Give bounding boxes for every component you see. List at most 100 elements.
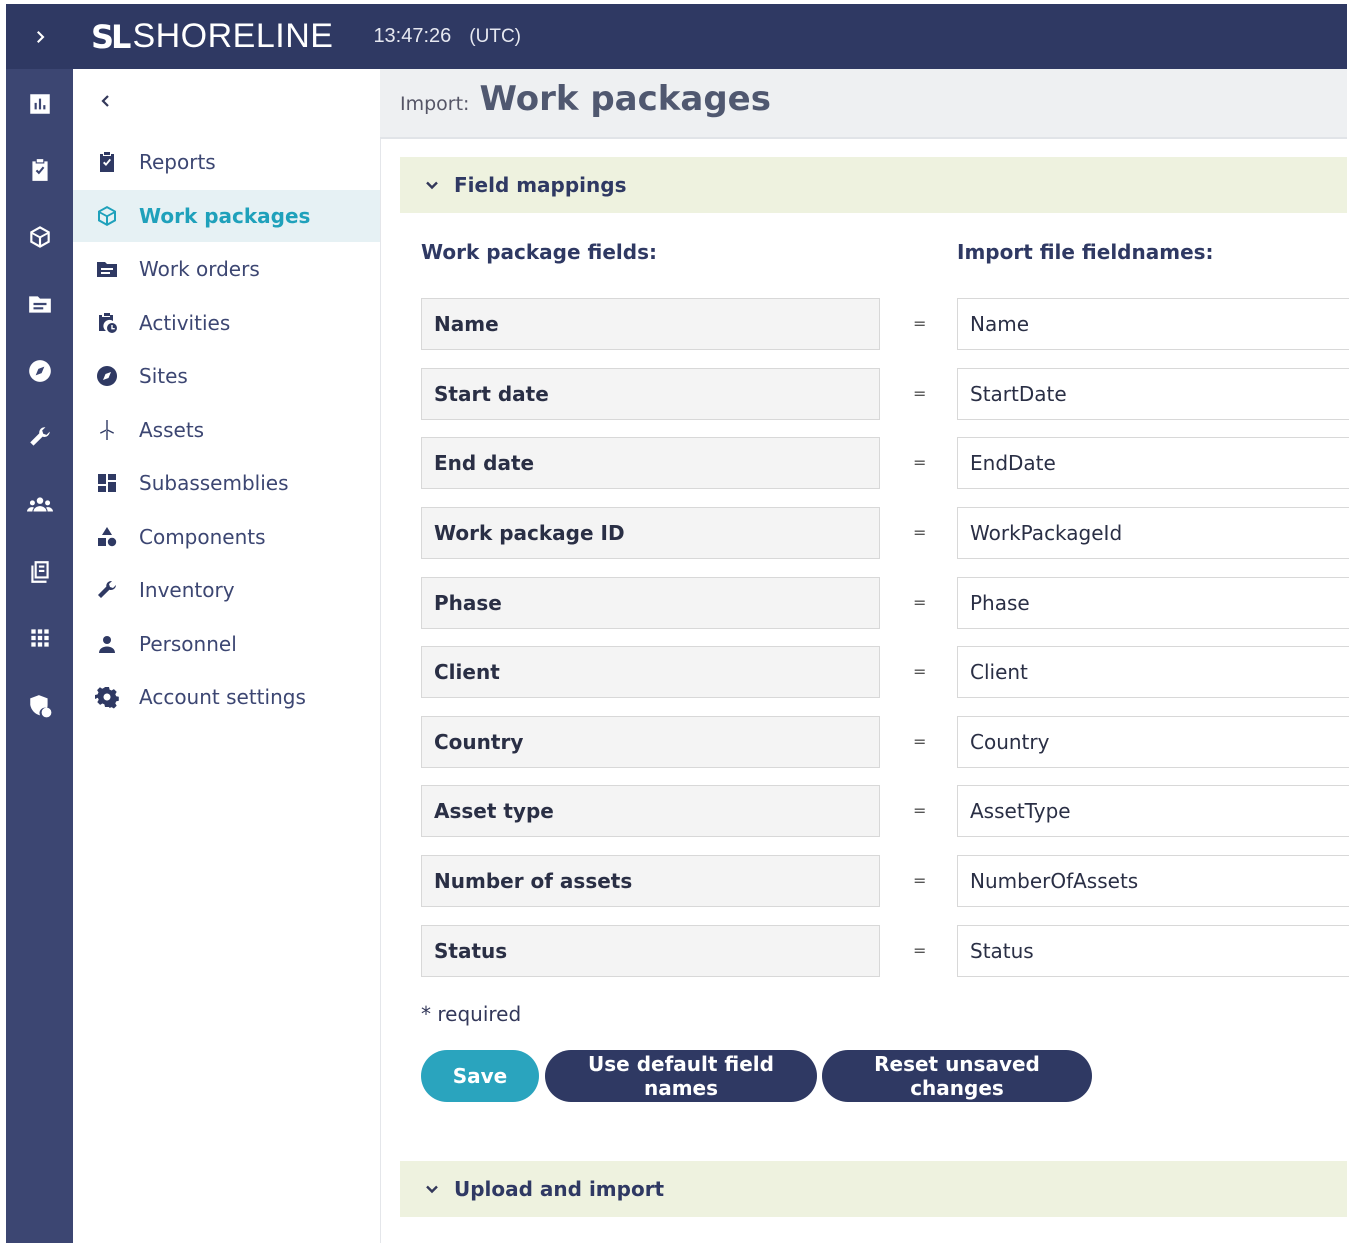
- field-label: Work package ID: [421, 507, 880, 559]
- reset-unsaved-changes-button[interactable]: Reset unsaved changes: [822, 1050, 1092, 1102]
- equals-sign: =: [913, 732, 927, 751]
- shield-user-icon: [29, 695, 51, 718]
- clock: 13:47:26: [373, 25, 452, 47]
- nav-item-assets[interactable]: Assets: [73, 404, 380, 456]
- field-label: End date: [421, 437, 880, 489]
- mapping-row: Status =: [421, 925, 1349, 979]
- work-package-fields-heading: Work package fields:: [421, 240, 657, 264]
- fieldname-input[interactable]: [957, 925, 1349, 977]
- rail-inventory[interactable]: [6, 417, 73, 457]
- cube-icon: [29, 226, 50, 248]
- expand-rail-button[interactable]: [6, 4, 73, 69]
- nav-item-label: Components: [139, 525, 266, 549]
- rail-admin[interactable]: [6, 686, 73, 726]
- grid-icon: [30, 629, 49, 647]
- rail-orders[interactable]: [6, 284, 73, 324]
- field-label: Country: [421, 716, 880, 768]
- gear-icon: [93, 683, 121, 711]
- fieldname-input[interactable]: [957, 855, 1349, 907]
- equals-sign: =: [913, 453, 927, 472]
- secondary-nav: Reports Work packages Work orders Activi…: [73, 69, 381, 1243]
- field-label: Number of assets: [421, 855, 880, 907]
- chevron-down-icon: [424, 177, 440, 193]
- nav-item-label: Work packages: [139, 204, 311, 228]
- folder-icon: [28, 296, 51, 313]
- nav-item-inventory[interactable]: Inventory: [73, 564, 380, 616]
- dashboard-icon: [93, 469, 121, 497]
- fieldname-input[interactable]: [957, 716, 1349, 768]
- import-file-fieldnames-heading: Import file fieldnames:: [957, 240, 1214, 264]
- mapping-row: Start date =: [421, 368, 1349, 422]
- nav-item-reports[interactable]: Reports: [73, 136, 380, 188]
- fieldname-input[interactable]: [957, 646, 1349, 698]
- clipboard-check-icon: [93, 148, 121, 176]
- nav-item-label: Subassemblies: [139, 471, 289, 495]
- equals-sign: =: [913, 523, 927, 542]
- mapping-row: Phase =: [421, 577, 1349, 631]
- rail-tasks[interactable]: [6, 150, 73, 190]
- nav-item-account-settings[interactable]: Account settings: [73, 671, 380, 723]
- equals-sign: =: [913, 314, 927, 333]
- logo[interactable]: SL SHORELINE: [91, 17, 333, 56]
- nav-item-components[interactable]: Components: [73, 511, 380, 563]
- field-label: Status: [421, 925, 880, 977]
- clipboard-check-icon: [31, 159, 48, 181]
- nav-item-label: Work orders: [139, 257, 260, 281]
- equals-sign: =: [913, 593, 927, 612]
- nav-item-label: Account settings: [139, 685, 306, 709]
- fieldname-input[interactable]: [957, 298, 1349, 350]
- use-default-field-names-button[interactable]: Use default field names: [545, 1050, 817, 1102]
- chevron-left-icon: [101, 95, 109, 107]
- nav-item-subassemblies[interactable]: Subassemblies: [73, 457, 380, 509]
- nav-item-work-packages[interactable]: Work packages: [73, 190, 380, 242]
- chevron-down-icon: [424, 1181, 440, 1197]
- fieldname-input[interactable]: [957, 437, 1349, 489]
- mapping-row: Country =: [421, 716, 1349, 770]
- upload-and-import-toggle[interactable]: Upload and import: [400, 1161, 1347, 1217]
- field-label: Phase: [421, 577, 880, 629]
- wrench-icon: [29, 427, 50, 446]
- rail-sites[interactable]: [6, 351, 73, 391]
- rail-reports[interactable]: [6, 84, 73, 124]
- fieldname-input[interactable]: [957, 507, 1349, 559]
- people-icon: [26, 497, 53, 512]
- documents-icon: [30, 561, 49, 583]
- nav-item-label: Sites: [139, 364, 188, 388]
- nav-item-personnel[interactable]: Personnel: [73, 618, 380, 670]
- collapse-nav-button[interactable]: [93, 89, 117, 113]
- nav-item-activities[interactable]: Activities: [73, 297, 380, 349]
- mapping-row: Work package ID =: [421, 507, 1349, 561]
- clipboard-clock-icon: [93, 309, 121, 337]
- nav-item-label: Inventory: [139, 578, 235, 602]
- nav-item-label: Activities: [139, 311, 231, 335]
- person-icon: [93, 630, 121, 658]
- fieldname-input[interactable]: [957, 368, 1349, 420]
- folder-icon: [93, 255, 121, 283]
- mapping-row: Name =: [421, 298, 1349, 352]
- mapping-row: Asset type =: [421, 785, 1349, 839]
- page-title-prefix: Import:: [400, 93, 470, 115]
- panel-title: Field mappings: [454, 173, 627, 197]
- icon-rail: [6, 4, 73, 1243]
- fieldname-input[interactable]: [957, 577, 1349, 629]
- required-note: * required: [421, 1002, 522, 1026]
- wrench-icon: [93, 576, 121, 604]
- nav-item-sites[interactable]: Sites: [73, 350, 380, 402]
- save-button[interactable]: Save: [421, 1050, 539, 1102]
- field-label: Name: [421, 298, 880, 350]
- logo-text: SHORELINE: [132, 17, 334, 55]
- rail-apps[interactable]: [6, 618, 73, 658]
- rail-documents[interactable]: [6, 552, 73, 592]
- rail-packages[interactable]: [6, 217, 73, 257]
- nav-item-work-orders[interactable]: Work orders: [73, 243, 380, 295]
- page-header: Import: Work packages: [380, 69, 1347, 139]
- field-mappings-toggle[interactable]: Field mappings: [400, 157, 1347, 213]
- fieldname-input[interactable]: [957, 785, 1349, 837]
- equals-sign: =: [913, 871, 927, 890]
- equals-sign: =: [913, 662, 927, 681]
- equals-sign: =: [913, 801, 927, 820]
- field-label: Start date: [421, 368, 880, 420]
- logo-mark: SL: [91, 17, 131, 56]
- rail-personnel[interactable]: [6, 485, 73, 525]
- page-title: Work packages: [479, 79, 771, 119]
